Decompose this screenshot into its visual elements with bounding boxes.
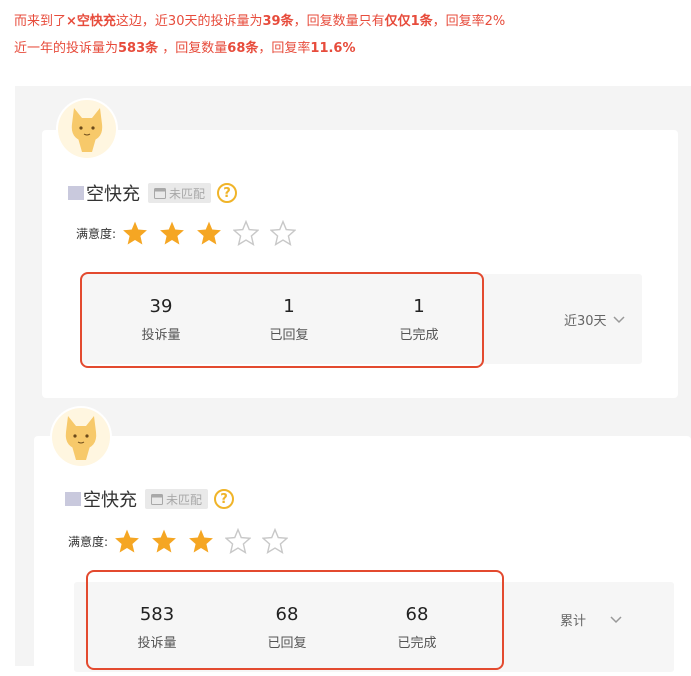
satisfaction-rating: 满意度:	[76, 220, 297, 246]
intro-text-segment: ，回复数量只有	[293, 14, 385, 29]
merchant-name-text: 空快充	[86, 184, 140, 205]
star-icon	[225, 528, 252, 554]
rating-label: 满意度:	[76, 226, 117, 241]
star-icon	[197, 221, 221, 245]
intro-text-segment: ，回复数量	[158, 41, 228, 56]
intro-highlight: ×空快充	[66, 14, 116, 29]
cat-avatar-icon	[58, 100, 116, 158]
chevron-down-icon	[610, 615, 622, 623]
chevron-down-icon	[613, 315, 625, 323]
period-label: 累计	[560, 614, 587, 629]
intro-text-segment: 这边，近30天的投诉量为	[115, 14, 263, 29]
star-icon	[115, 529, 139, 553]
intro-text-segment: 而来到了	[14, 14, 67, 29]
star-icon	[160, 221, 184, 245]
intro-highlight: 68条	[227, 41, 259, 56]
question-icon[interactable]: ?	[214, 489, 235, 509]
intro-highlight: 仅仅1条	[384, 14, 433, 29]
merchant-name: 空快充 未匹配 ?	[68, 180, 238, 206]
card-icon	[154, 187, 166, 199]
star-row	[114, 528, 289, 554]
intro-highlight: 11.6%	[310, 41, 356, 56]
intro-text-segment: 近一年的投诉量为	[14, 41, 119, 56]
rating-label: 满意度:	[68, 534, 109, 549]
redacted-char	[68, 186, 84, 200]
merchant-name: 空快充 未匹配 ?	[65, 486, 235, 512]
intro-text: 而来到了×空快充这边，近30天的投诉量为39条，回复数量只有仅仅1条，回复率2%…	[14, 8, 505, 62]
cat-avatar-icon	[52, 408, 110, 466]
satisfaction-rating: 满意度:	[68, 528, 289, 554]
period-dropdown[interactable]: 累计	[560, 610, 622, 629]
intro-text-segment: ，回复率2%	[432, 14, 506, 29]
star-icon	[233, 220, 260, 246]
intro-text-segment: ，回复率	[258, 41, 311, 56]
unmatched-badge: 未匹配	[148, 183, 212, 203]
merchant-name-text: 空快充	[83, 490, 137, 511]
star-icon	[262, 528, 289, 554]
period-dropdown[interactable]: 近30天	[564, 310, 625, 329]
question-icon[interactable]: ?	[217, 183, 238, 203]
unmatched-badge: 未匹配	[145, 489, 209, 509]
badge-label: 未匹配	[166, 492, 203, 507]
merchant-card: 空快充 未匹配 ? 满意度: 583 投诉量 68 已回复 68 已完成 累计	[34, 408, 691, 676]
star-icon	[152, 529, 176, 553]
star-row	[122, 220, 297, 246]
redacted-char	[65, 492, 81, 506]
highlight-box	[80, 272, 484, 368]
highlight-box	[86, 570, 504, 670]
intro-highlight: 583条	[118, 41, 159, 56]
badge-label: 未匹配	[169, 186, 206, 201]
star-icon	[189, 529, 213, 553]
merchant-card: 空快充 未匹配 ? 满意度: 39 投诉量 1 已回复 1 已完成 近30天	[42, 100, 678, 398]
intro-line-1: 而来到了×空快充这边，近30天的投诉量为39条，回复数量只有仅仅1条，回复率2%	[14, 8, 505, 35]
intro-highlight: 39条	[262, 14, 294, 29]
card-icon	[151, 493, 163, 505]
star-icon	[270, 220, 297, 246]
period-label: 近30天	[564, 314, 607, 329]
star-icon	[123, 221, 147, 245]
intro-line-2: 近一年的投诉量为583条 ，回复数量68条，回复率11.6%	[14, 35, 505, 62]
